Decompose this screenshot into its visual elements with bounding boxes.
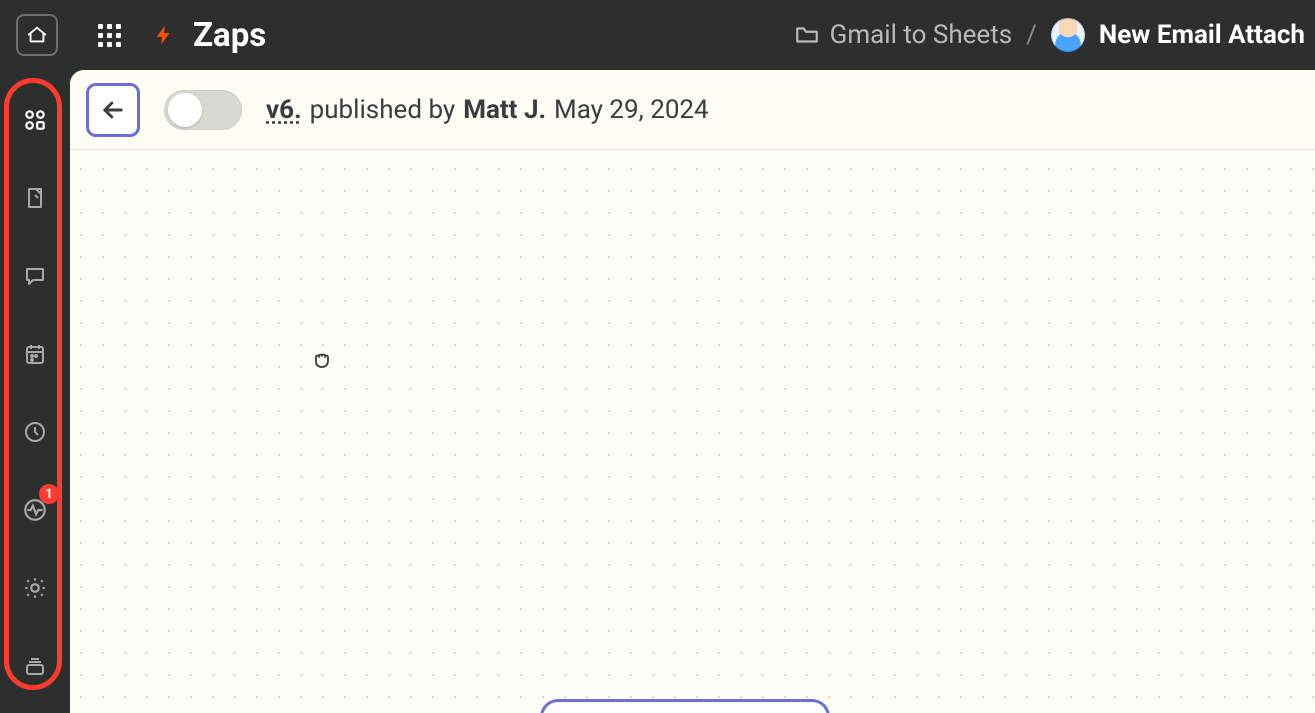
sidebar-item-settings[interactable] — [15, 568, 55, 608]
sidebar-item-versions[interactable] — [15, 646, 55, 686]
page-title: Zaps — [193, 16, 266, 55]
version-bar: v6. published by Matt J. May 29, 2024 — [70, 70, 1315, 150]
bolt-icon — [150, 21, 178, 49]
assets-icon — [22, 107, 48, 133]
main-canvas[interactable]: v6. published by Matt J. May 29, 2024 — [70, 70, 1315, 713]
folder-icon — [794, 22, 820, 48]
published-prefix: published by — [310, 95, 456, 125]
gear-icon — [22, 575, 48, 601]
breadcrumb-folder-label: Gmail to Sheets — [830, 20, 1013, 50]
sidebar-item-calendar[interactable] — [15, 334, 55, 374]
canvas-background — [70, 70, 1315, 713]
home-icon — [26, 24, 48, 46]
note-icon — [23, 186, 47, 210]
sidebar-item-notes[interactable] — [15, 178, 55, 218]
chat-icon — [23, 264, 47, 288]
versions-icon — [23, 654, 47, 678]
sidebar-item-assets[interactable] — [15, 100, 55, 140]
sidebar: 1 — [0, 70, 70, 713]
sidebar-item-history[interactable] — [15, 412, 55, 452]
sidebar-item-status[interactable]: 1 — [15, 490, 55, 530]
version-date: May 29, 2024 — [554, 95, 709, 125]
grab-cursor-icon — [310, 348, 334, 376]
clock-icon — [23, 420, 47, 444]
breadcrumb-separator: / — [1026, 20, 1037, 50]
version-label[interactable]: v6. — [266, 95, 302, 125]
apps-button[interactable] — [88, 14, 130, 56]
avatar[interactable] — [1051, 18, 1085, 52]
calendar-icon — [23, 342, 47, 366]
breadcrumb: Gmail to Sheets / New Email Attach — [794, 18, 1305, 52]
breadcrumb-folder[interactable]: Gmail to Sheets — [794, 20, 1013, 50]
toggle-knob — [168, 93, 202, 127]
status-badge: 1 — [39, 484, 59, 504]
version-text: v6. published by Matt J. May 29, 2024 — [266, 95, 709, 125]
topbar: Zaps Gmail to Sheets / New Email Attach — [0, 0, 1315, 70]
arrow-left-icon — [99, 96, 127, 124]
step-card-partial[interactable] — [540, 699, 830, 713]
breadcrumb-zap-name[interactable]: New Email Attach — [1099, 20, 1305, 50]
back-button[interactable] — [86, 83, 140, 137]
home-button[interactable] — [16, 14, 58, 56]
publish-toggle[interactable] — [164, 90, 242, 130]
apps-icon — [98, 24, 121, 47]
version-author: Matt J. — [463, 95, 546, 125]
sidebar-item-comments[interactable] — [15, 256, 55, 296]
